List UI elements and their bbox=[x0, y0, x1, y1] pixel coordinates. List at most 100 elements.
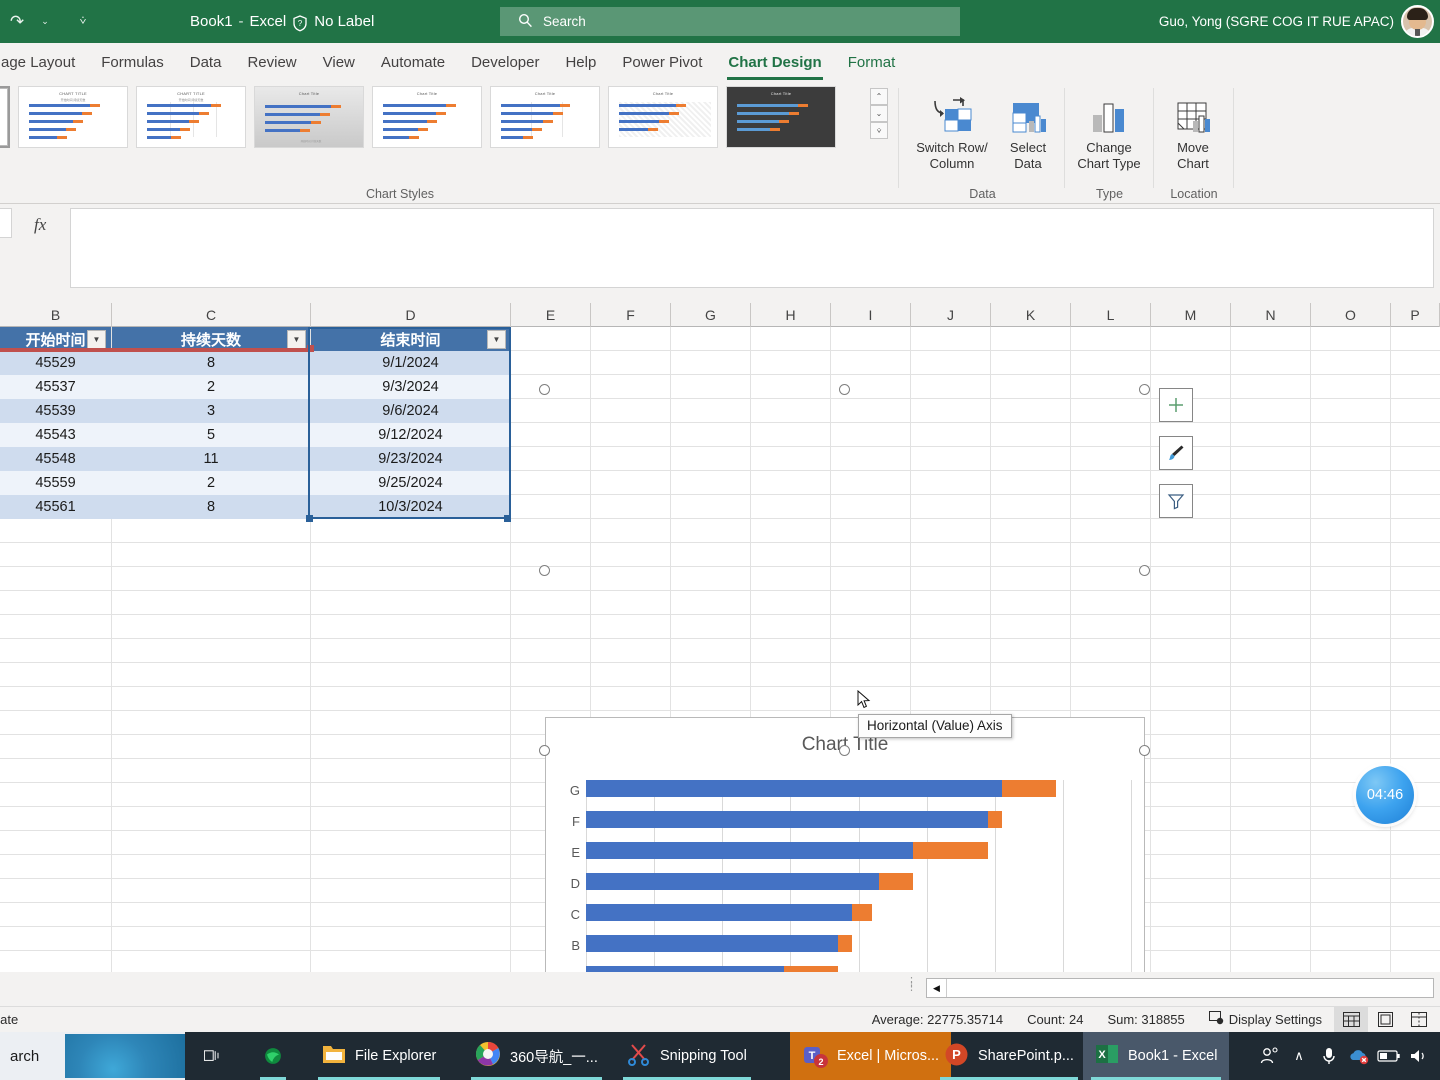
table-row[interactable]: 8 bbox=[112, 495, 310, 519]
windows-search-box[interactable]: arch bbox=[0, 1032, 185, 1080]
redo-dropdown-icon[interactable]: ⌄ bbox=[32, 9, 58, 35]
chart-style-thumbnail[interactable]: Chart Title bbox=[608, 86, 718, 148]
table-row[interactable]: 8 bbox=[112, 351, 310, 375]
taskbar-item-file-explorer[interactable]: File Explorer bbox=[310, 1032, 448, 1080]
tab-view[interactable]: View bbox=[310, 43, 368, 82]
scroll-left-icon[interactable]: ◀ bbox=[927, 979, 947, 997]
fill-handle[interactable] bbox=[306, 515, 313, 522]
chart-resize-handle-e[interactable] bbox=[1139, 565, 1150, 576]
chart-style-thumbnail[interactable]: CHART TITLE 开始时间 持续天数 bbox=[18, 86, 128, 148]
chart-style-thumbnail[interactable]: Chart Title bbox=[372, 86, 482, 148]
chart-bar-series2[interactable] bbox=[1001, 780, 1057, 797]
chart-resize-handle-se[interactable] bbox=[1139, 745, 1150, 756]
tab-page-layout[interactable]: age Layout bbox=[0, 43, 88, 82]
chart-bar-series2[interactable] bbox=[987, 811, 1002, 828]
normal-view-button[interactable] bbox=[1334, 1006, 1368, 1033]
column-header-D[interactable]: D bbox=[311, 303, 511, 327]
table-row[interactable]: 45548 bbox=[0, 447, 111, 471]
chart-style-thumbnail[interactable]: Chart Title bbox=[726, 86, 836, 148]
table-row[interactable]: 45559 bbox=[0, 471, 111, 495]
microphone-icon[interactable] bbox=[1316, 1032, 1342, 1080]
switch-row-column-button[interactable]: Switch Row/Column bbox=[914, 88, 990, 186]
tab-power-pivot[interactable]: Power Pivot bbox=[609, 43, 715, 82]
chart-resize-handle-n[interactable] bbox=[839, 384, 850, 395]
chart-resize-handle-ne[interactable] bbox=[1139, 384, 1150, 395]
chart-styles-button[interactable] bbox=[1159, 436, 1193, 470]
column-header-C[interactable]: C bbox=[112, 303, 311, 327]
table-row[interactable]: 11 bbox=[112, 447, 310, 471]
people-icon[interactable] bbox=[1256, 1032, 1282, 1080]
fill-handle[interactable] bbox=[504, 515, 511, 522]
gallery-more-icon[interactable]: ⩒ bbox=[870, 122, 888, 139]
taskbar-item-excel[interactable]: X Book1 - Excel bbox=[1083, 1032, 1230, 1080]
column-header-H[interactable]: H bbox=[751, 303, 831, 327]
onedrive-error-icon[interactable] bbox=[1346, 1032, 1372, 1080]
taskbar-item-teams[interactable]: T2 Excel | Micros... bbox=[790, 1032, 952, 1080]
table-row[interactable]: 2 bbox=[112, 471, 310, 495]
tab-format[interactable]: Format bbox=[835, 43, 909, 82]
column-header-P[interactable]: P bbox=[1391, 303, 1440, 327]
column-header-K[interactable]: K bbox=[991, 303, 1071, 327]
chart-bar-series1[interactable] bbox=[586, 904, 852, 921]
battery-icon[interactable] bbox=[1376, 1032, 1402, 1080]
chart-resize-handle-sw[interactable] bbox=[539, 745, 550, 756]
chart-bar-series1[interactable] bbox=[586, 780, 1002, 797]
chart-bar-series2[interactable] bbox=[878, 873, 913, 890]
display-settings-button[interactable]: Display Settings bbox=[1197, 1011, 1334, 1028]
taskbar-item-360[interactable]: 360导航_一... bbox=[463, 1032, 610, 1080]
select-data-button[interactable]: Select Data bbox=[990, 88, 1066, 186]
redo-icon[interactable]: ↷ bbox=[4, 9, 30, 35]
chart-style-thumbnail[interactable]: Chart Title bbox=[490, 86, 600, 148]
volume-icon[interactable] bbox=[1406, 1032, 1432, 1080]
chart-style-thumbnail[interactable]: Chart Title bbox=[0, 86, 10, 148]
chart-bar-series1[interactable] bbox=[586, 935, 839, 952]
column-header-J[interactable]: J bbox=[911, 303, 991, 327]
filter-dropdown-button[interactable]: ▼ bbox=[287, 330, 306, 349]
table-row[interactable]: 45539 bbox=[0, 399, 111, 423]
column-header-F[interactable]: F bbox=[591, 303, 671, 327]
tab-data[interactable]: Data bbox=[177, 43, 235, 82]
gallery-scroll-up-icon[interactable]: ⌃ bbox=[870, 88, 888, 105]
chart-bar-series1[interactable] bbox=[586, 811, 988, 828]
status-sum[interactable]: Sum: 318855 bbox=[1095, 1012, 1196, 1027]
tab-formulas[interactable]: Formulas bbox=[88, 43, 177, 82]
horizontal-scrollbar[interactable]: ◀ bbox=[926, 978, 1434, 998]
tab-developer[interactable]: Developer bbox=[458, 43, 552, 82]
status-count[interactable]: Count: 24 bbox=[1015, 1012, 1095, 1027]
column-header-B[interactable]: B bbox=[0, 303, 112, 327]
table-row[interactable]: 45537 bbox=[0, 375, 111, 399]
chart-style-thumbnail[interactable]: Chart Title 开始时间 持续天数 bbox=[254, 86, 364, 148]
split-handle[interactable]: ⋮ ⋮ bbox=[906, 977, 917, 993]
status-average[interactable]: Average: 22775.35714 bbox=[860, 1012, 1015, 1027]
chart-bar-series2[interactable] bbox=[838, 935, 852, 952]
chart-bar-series1[interactable] bbox=[586, 842, 913, 859]
table-row[interactable]: 45543 bbox=[0, 423, 111, 447]
table-row[interactable]: 45561 bbox=[0, 495, 111, 519]
filter-dropdown-button[interactable]: ▼ bbox=[87, 330, 106, 349]
taskbar-item-snipping-tool[interactable]: Snipping Tool bbox=[615, 1032, 759, 1080]
move-chart-button[interactable]: Move Chart bbox=[1155, 88, 1231, 186]
chart-plot-area[interactable]: G F E D C B bbox=[570, 780, 1132, 972]
column-header-M[interactable]: M bbox=[1151, 303, 1231, 327]
page-break-view-button[interactable] bbox=[1402, 1007, 1436, 1033]
timer-widget[interactable]: 04:46 bbox=[1356, 766, 1414, 824]
customize-qat-icon[interactable]: ⩒ bbox=[70, 9, 96, 35]
chart-resize-handle-nw[interactable] bbox=[539, 384, 550, 395]
column-header-I[interactable]: I bbox=[831, 303, 911, 327]
tab-help[interactable]: Help bbox=[552, 43, 609, 82]
column-header-E[interactable]: E bbox=[511, 303, 591, 327]
worksheet-grid[interactable]: 开始时间 持续天数 结束时间 ▼ ▼ ▼ 45529 45537 45539 4… bbox=[0, 327, 1440, 972]
sensitivity-label[interactable]: No Label bbox=[314, 13, 374, 30]
chart-elements-button[interactable] bbox=[1159, 388, 1193, 422]
taskbar-item-browser[interactable] bbox=[252, 1032, 294, 1080]
formula-input[interactable] bbox=[70, 208, 1434, 288]
task-view-button[interactable] bbox=[192, 1032, 232, 1080]
tab-chart-design[interactable]: Chart Design bbox=[715, 43, 834, 82]
tab-automate[interactable]: Automate bbox=[368, 43, 458, 82]
column-header-L[interactable]: L bbox=[1071, 303, 1151, 327]
page-layout-view-button[interactable] bbox=[1368, 1007, 1402, 1033]
account-name[interactable]: Guo, Yong (SGRE COG IT RUE APAC) bbox=[1159, 0, 1394, 43]
enter-formula-icon[interactable]: ✓ bbox=[0, 216, 3, 234]
chart-bar-series2[interactable] bbox=[851, 904, 873, 921]
chart-bar-series2[interactable] bbox=[913, 842, 988, 859]
